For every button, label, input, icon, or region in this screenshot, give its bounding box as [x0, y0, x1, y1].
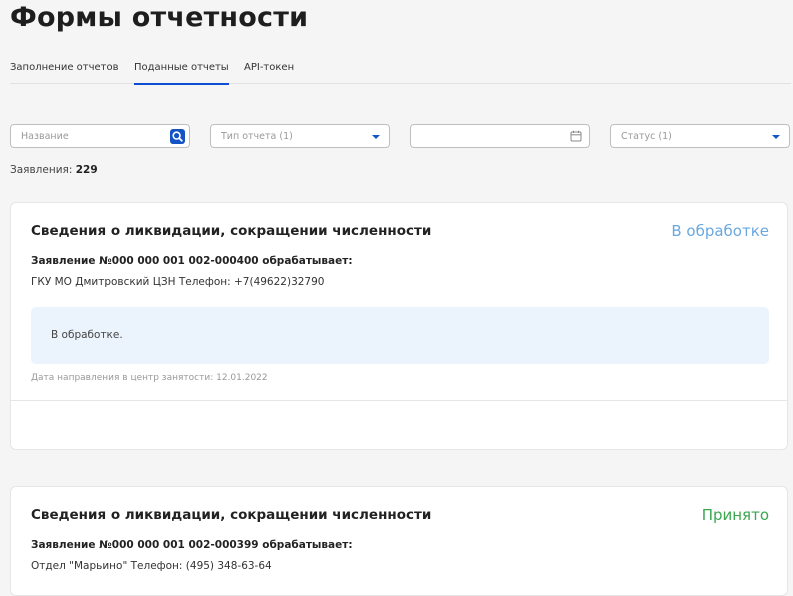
submission-date: Дата направления в центр занятости: 12.0…	[31, 373, 268, 383]
application-number: Заявление №000 000 001 002-000400 обраба…	[31, 255, 353, 267]
status-select[interactable]: Статус (1)	[610, 124, 790, 148]
organization-info: ГКУ МО Дмитровский ЦЗН Телефон: +7(49622…	[31, 276, 325, 288]
status-badge: В обработке	[671, 222, 769, 240]
tabs-bar: Заполнение отчетов Поданные отчеты API-т…	[10, 62, 791, 85]
search-placeholder: Название	[21, 131, 69, 142]
search-button[interactable]	[170, 129, 185, 144]
search-input[interactable]: Название	[10, 124, 190, 148]
report-type-value: Тип отчета (1)	[221, 131, 293, 142]
status-badge: Принято	[701, 506, 769, 524]
count-label: Заявления:	[10, 164, 73, 176]
chevron-down-icon	[772, 135, 780, 139]
report-type-select[interactable]: Тип отчета (1)	[210, 124, 390, 148]
status-value: Статус (1)	[621, 131, 672, 142]
search-icon	[172, 131, 183, 142]
card-title: Сведения о ликвидации, сокращении числен…	[31, 507, 432, 523]
tab-fill-reports[interactable]: Заполнение отчетов	[10, 62, 119, 83]
applications-count: Заявления: 229	[10, 164, 98, 176]
divider	[11, 400, 787, 401]
report-card[interactable]: Сведения о ликвидации, сокращении числен…	[10, 486, 788, 596]
calendar-icon[interactable]	[570, 130, 582, 142]
application-number: Заявление №000 000 001 002-000399 обраба…	[31, 539, 353, 551]
status-note: В обработке.	[31, 307, 769, 364]
status-note-text: В обработке.	[51, 329, 123, 341]
count-value: 229	[75, 164, 98, 176]
organization-info: Отдел "Марьино" Телефон: (495) 348-63-64	[31, 560, 272, 572]
card-title: Сведения о ликвидации, сокращении числен…	[31, 223, 432, 239]
date-field[interactable]	[410, 124, 590, 148]
report-card[interactable]: Сведения о ликвидации, сокращении числен…	[10, 202, 788, 450]
tab-submitted-reports[interactable]: Поданные отчеты	[134, 62, 229, 85]
page-title: Формы отчетности	[10, 2, 309, 33]
chevron-down-icon	[372, 135, 380, 139]
tab-api-token[interactable]: API-токен	[244, 62, 294, 83]
